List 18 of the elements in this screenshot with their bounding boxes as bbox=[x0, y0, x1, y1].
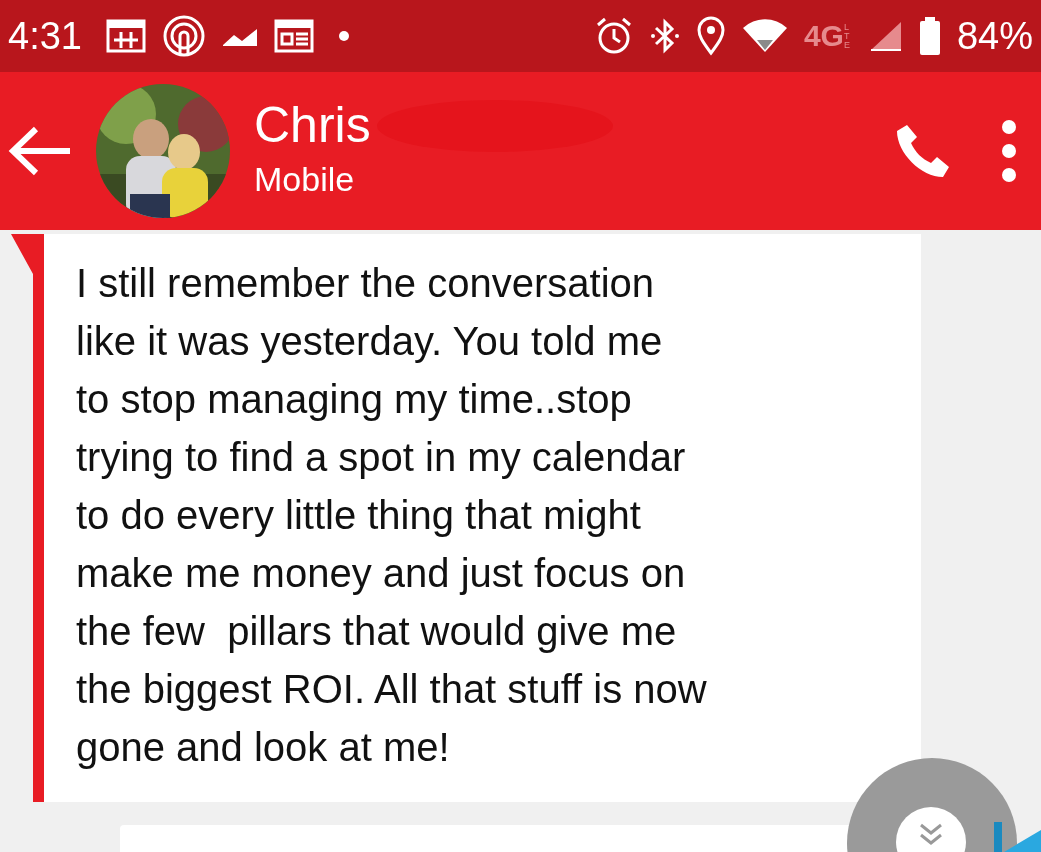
dot-icon bbox=[337, 30, 350, 42]
wifi-icon bbox=[741, 18, 788, 54]
message-text: I still remember the conversation like it was yesterday. You told me to stop managing my time..stop trying to find a spot in my calendar to do every little thing that might make me money and just focus on the few pillars that would give me the biggest ROI. All that stuff is now gone and look at me! bbox=[76, 260, 708, 771]
more-icon[interactable] bbox=[1001, 119, 1017, 183]
network-text: 4G bbox=[803, 21, 844, 51]
loop-icon bbox=[161, 14, 206, 58]
battery-icon bbox=[918, 16, 941, 56]
location-icon bbox=[695, 16, 726, 56]
lte-text: LTE bbox=[843, 22, 851, 50]
signal-icon bbox=[868, 20, 903, 52]
newspaper-icon bbox=[273, 18, 314, 54]
bluetooth-icon bbox=[649, 16, 680, 56]
back-icon[interactable] bbox=[8, 126, 72, 176]
battery-text: 84% bbox=[956, 13, 1033, 59]
contact-name: Chris bbox=[254, 98, 371, 153]
clock-text: 4:31 bbox=[8, 13, 82, 59]
contact-subtitle: Mobile bbox=[254, 158, 356, 200]
calendar-grid-icon bbox=[105, 18, 146, 54]
